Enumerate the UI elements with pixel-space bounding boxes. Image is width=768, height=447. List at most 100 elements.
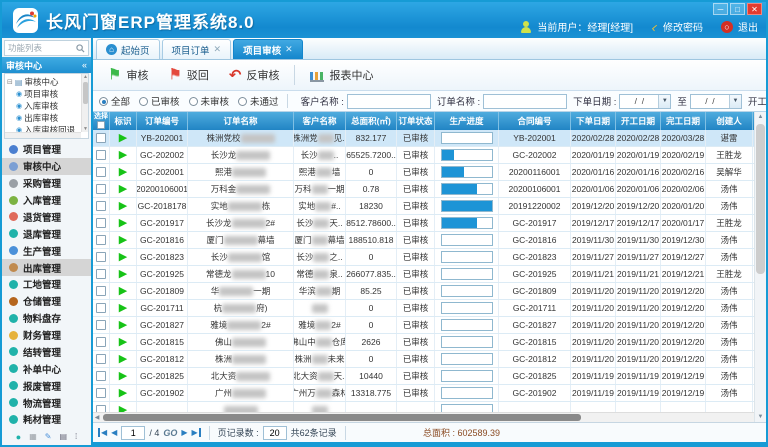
sidebar-item-报废管理[interactable]: 报废管理 [2, 377, 91, 394]
radio-未通过[interactable]: 未通过 [238, 94, 279, 108]
反审核-button[interactable]: ↶反审核 [220, 64, 289, 86]
page-number-input[interactable] [121, 426, 145, 440]
pen-icon[interactable]: ✎ [45, 432, 52, 441]
column-header-客户名称[interactable]: 客户名称 [294, 112, 346, 130]
row-checkbox[interactable] [96, 269, 106, 279]
table-row[interactable]: ▶GC-201816厦门幕墙厦门幕墙188510.818已审核GC-201816… [93, 232, 754, 249]
close-icon[interactable]: ✕ [285, 44, 293, 55]
sidebar-item-生产管理[interactable]: 生产管理 [2, 242, 91, 259]
table-row[interactable]: ▶GC-201711杭府)0已审核GC-2017112019/11/202019… [93, 300, 754, 317]
column-header-创建人[interactable]: 创建人 [706, 112, 753, 130]
column-header-订单状态[interactable]: 订单状态 [397, 112, 435, 130]
function-search-input[interactable]: 功能列表 [4, 40, 89, 56]
报表中心-button[interactable]: 报表中心 [301, 64, 382, 86]
scroll-down-icon[interactable]: ▼ [82, 126, 89, 132]
sidebar-item-补单中心[interactable]: 补单中心 [2, 360, 91, 377]
sidebar-item-物料盘存[interactable]: 物料盘存 [2, 310, 91, 327]
scroll-down-icon[interactable]: ▼ [755, 414, 766, 420]
table-row[interactable]: ▶GC-201902广州广州万森林13318.775已审核GC-20190220… [93, 385, 754, 402]
tree-item[interactable]: ◉项目审核 [7, 88, 80, 100]
change-password-link[interactable]: 修改密码 [663, 19, 703, 34]
table-row[interactable]: ▶GC-201815佛山佛山中仓库2626已审核GC-2018152019/11… [93, 334, 754, 351]
radio-全部[interactable]: 全部 [99, 94, 130, 108]
grid-horizontal-scrollbar[interactable]: ◀ [93, 412, 754, 422]
table-row[interactable]: ▶YB-202001株洲党校株洲党见..832.177已审核YB-2020012… [93, 130, 754, 147]
column-header-合同编号[interactable]: 合同编号 [499, 112, 571, 130]
column-header-下单日期[interactable]: 下单日期 [571, 112, 616, 130]
grid-vertical-scrollbar[interactable]: ▲ ▼ [754, 112, 766, 422]
collapse-icon[interactable]: « [82, 60, 87, 70]
logout-link[interactable]: 退出 [738, 19, 758, 34]
first-page-button[interactable]: ◀ [98, 428, 107, 437]
sidebar-item-财务管理[interactable]: 财务管理 [2, 327, 91, 344]
column-header-选择[interactable]: 选择 [93, 112, 110, 130]
tab-项目订单[interactable]: 项目订单✕ [162, 39, 232, 59]
审核-button[interactable]: ⚑审核 [99, 64, 157, 86]
sidebar-item-工地管理[interactable]: 工地管理 [2, 276, 91, 293]
table-row[interactable]: ▶GC-201812株洲株洲未来0已审核GC-2018122019/11/202… [93, 351, 754, 368]
scrollbar-thumb[interactable] [103, 414, 581, 421]
row-checkbox[interactable] [96, 354, 106, 364]
sidebar-item-出库管理[interactable]: 出库管理 [2, 259, 91, 276]
close-button[interactable]: ✕ [747, 3, 762, 15]
sidebar-item-仓储管理[interactable]: 仓储管理 [2, 293, 91, 310]
row-checkbox[interactable] [96, 320, 106, 330]
sidebar-item-结转管理[interactable]: 结转管理 [2, 344, 91, 361]
sidebar-item-采购管理[interactable]: 采购管理 [2, 175, 91, 192]
row-checkbox[interactable] [96, 303, 106, 313]
order-name-input[interactable] [483, 94, 567, 109]
last-page-button[interactable]: ▶ [192, 428, 201, 437]
row-checkbox[interactable] [96, 388, 106, 398]
select-all-checkbox[interactable] [97, 121, 105, 129]
tree-item[interactable]: ◉出库审核 [7, 112, 80, 124]
sidebar-item-退库管理[interactable]: 退库管理 [2, 225, 91, 242]
order-date-from-input[interactable] [620, 95, 658, 108]
radio-未审核[interactable]: 未审核 [189, 94, 230, 108]
tree-root-item[interactable]: ⊟▤审核中心 [7, 76, 80, 88]
chevron-down-icon[interactable]: ▼ [729, 95, 741, 108]
column-header-完工日期[interactable]: 完工日期 [661, 112, 706, 130]
table-row[interactable]: ▶GC-201917长沙龙2#长沙天..8512.78600..已审核GC-20… [93, 215, 754, 232]
table-row[interactable]: ▶20200106001万科金万科一期0.78已审核20200106001202… [93, 181, 754, 198]
sidebar-item-退货管理[interactable]: 退货管理 [2, 209, 91, 226]
table-row[interactable]: ▶GC-201925常德龙10常德泉..266077.835..已审核GC-20… [93, 266, 754, 283]
驳回-button[interactable]: ⚑驳回 [159, 64, 217, 86]
column-header-订单名称[interactable]: 订单名称 [188, 112, 294, 130]
sidebar-item-物流管理[interactable]: 物流管理 [2, 394, 91, 411]
scroll-up-icon[interactable]: ▲ [82, 74, 89, 80]
tab-起始页[interactable]: ⌂起始页 [96, 39, 160, 59]
more-icon[interactable]: ⁞ [75, 432, 77, 441]
doc-icon[interactable]: ▤ [59, 432, 67, 441]
prev-page-button[interactable]: ◀ [111, 428, 117, 437]
row-checkbox[interactable] [96, 201, 106, 211]
scroll-up-icon[interactable]: ▲ [755, 114, 766, 120]
column-header-生产进度[interactable]: 生产进度 [435, 112, 499, 130]
radio-已审核[interactable]: 已审核 [139, 94, 180, 108]
tree-item[interactable]: ◉入库审核 [7, 100, 80, 112]
tree-vertical-scrollbar[interactable]: ▲ ▼ [81, 74, 88, 132]
row-checkbox[interactable] [96, 371, 106, 381]
table-row[interactable]: ▶GC-2018178实地栋实地#..18230已审核2019122000220… [93, 198, 754, 215]
cart-icon[interactable]: ▦ [29, 432, 37, 441]
sidebar-item-项目管理[interactable]: 项目管理 [2, 141, 91, 158]
page-size-input[interactable] [263, 426, 287, 440]
row-checkbox[interactable] [96, 133, 106, 143]
table-row[interactable]: ▶GC-202001熙港熙港墙0已审核202001160012020/01/16… [93, 164, 754, 181]
dot-icon[interactable]: ● [16, 432, 21, 442]
tab-项目审核[interactable]: 项目审核✕ [233, 39, 303, 59]
row-checkbox[interactable] [96, 184, 106, 194]
go-button[interactable]: GO [163, 428, 177, 438]
table-row[interactable]: ▶GC-201823长沙馆长沙之..0已审核GC-2018232019/11/2… [93, 249, 754, 266]
scroll-left-icon[interactable]: ◀ [93, 414, 101, 421]
row-checkbox[interactable] [96, 286, 106, 296]
row-checkbox[interactable] [96, 218, 106, 228]
row-checkbox[interactable] [96, 337, 106, 347]
column-header-开工日期[interactable]: 开工日期 [616, 112, 661, 130]
table-row[interactable]: ▶GC-201825北大资北大资天..10440已审核GC-2018252019… [93, 368, 754, 385]
table-row[interactable]: ▶GC-202002长沙龙长沙..65525.7200..已审核GC-20200… [93, 147, 754, 164]
row-checkbox[interactable] [96, 252, 106, 262]
sidebar-item-入库管理[interactable]: 入库管理 [2, 192, 91, 209]
next-page-button[interactable]: ▶ [181, 428, 187, 437]
customer-name-input[interactable] [347, 94, 431, 109]
chevron-down-icon[interactable]: ▼ [658, 95, 670, 108]
